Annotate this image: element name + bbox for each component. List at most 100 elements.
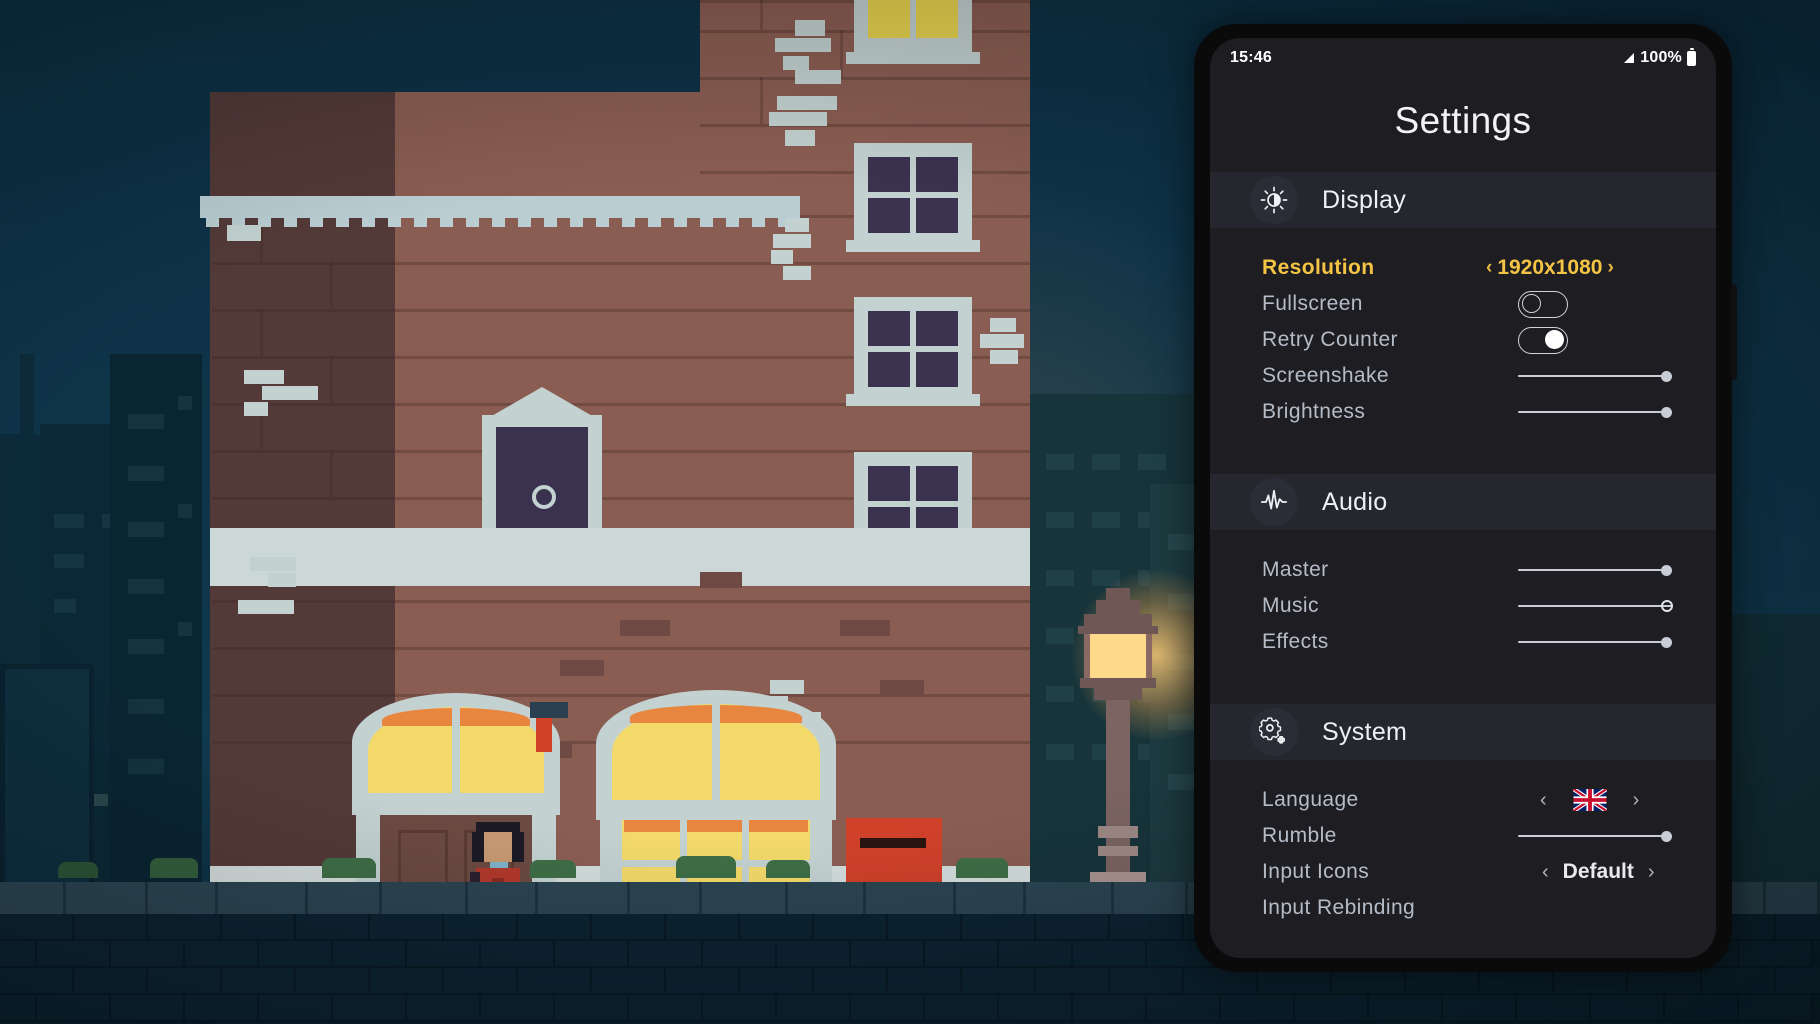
section-header-audio: Audio	[1210, 474, 1716, 530]
setting-label-retry-counter: Retry Counter	[1262, 328, 1398, 351]
wall-bracket	[530, 702, 568, 718]
chevron-right-icon[interactable]: ›	[1648, 861, 1655, 884]
setting-label-brightness: Brightness	[1262, 400, 1366, 423]
window-sill	[846, 52, 980, 64]
building-band	[210, 528, 1030, 586]
section-header-system: System	[1210, 704, 1716, 760]
window-pane-lit	[868, 0, 910, 38]
status-bar: 15:46 100%	[1210, 38, 1716, 78]
screenshot-root: 15:46 100% Settings Display Resolution ‹…	[0, 0, 1820, 1024]
setting-row-input-icons[interactable]: Input Icons ‹ Default ›	[1210, 854, 1716, 890]
window-pane	[916, 352, 958, 387]
effects-volume-slider[interactable]	[1518, 632, 1672, 652]
input-icons-value: Default	[1562, 860, 1634, 883]
background-tower	[110, 354, 202, 914]
character-hair-side	[472, 832, 484, 862]
status-time: 15:46	[1230, 49, 1272, 66]
shop-lintel	[596, 800, 836, 820]
lamp-pole-ring	[1098, 846, 1138, 856]
character-hair-side	[512, 832, 524, 862]
window-pane-lit	[916, 0, 958, 38]
setting-label-screenshake: Screenshake	[1262, 364, 1389, 387]
lamp-cap	[1096, 600, 1140, 614]
section-rows-display: Resolution ‹ 1920x1080 › Fullscreen Retr…	[1210, 236, 1716, 430]
window-pane	[868, 352, 910, 387]
setting-label-effects: Effects	[1262, 630, 1329, 653]
setting-label-input-rebinding: Input Rebinding	[1262, 896, 1416, 919]
retry-counter-toggle[interactable]	[1518, 326, 1568, 354]
chevron-left-icon[interactable]: ‹	[1542, 861, 1549, 884]
lamp-pole-ring	[1098, 826, 1138, 838]
chevron-left-icon[interactable]: ‹	[1540, 789, 1547, 812]
bush	[150, 858, 198, 878]
lamp-collar	[1094, 688, 1142, 700]
cornice-dentils	[200, 207, 800, 227]
chevron-right-icon[interactable]: ›	[1607, 257, 1613, 279]
section-label-audio: Audio	[1322, 487, 1388, 516]
setting-row-rumble[interactable]: Rumble	[1210, 818, 1716, 854]
setting-label-input-icons: Input Icons	[1262, 860, 1370, 883]
setting-row-screenshake[interactable]: Screenshake	[1210, 358, 1716, 394]
setting-row-fullscreen[interactable]: Fullscreen	[1210, 286, 1716, 322]
left-door-lintel	[352, 793, 560, 815]
character-hair	[476, 822, 520, 832]
setting-row-language[interactable]: Language ‹ ›	[1210, 782, 1716, 818]
section-rows-system: Language ‹ › Rumble Input Icons ‹ Defaul…	[1210, 768, 1716, 926]
page-title: Settings	[1394, 100, 1532, 141]
setting-row-resolution[interactable]: Resolution ‹ 1920x1080 ›	[1210, 250, 1716, 286]
section-header-display: Display	[1210, 172, 1716, 228]
setting-row-effects[interactable]: Effects	[1210, 624, 1716, 660]
gear-icon	[1250, 708, 1298, 756]
window-sill	[846, 240, 980, 252]
bush	[322, 858, 376, 878]
input-icons-stepper[interactable]: ‹ Default ›	[1542, 860, 1655, 884]
setting-label-rumble: Rumble	[1262, 824, 1337, 847]
window-pane	[916, 157, 958, 192]
lamp-base-flare	[1080, 678, 1156, 688]
resolution-stepper[interactable]: ‹ 1920x1080 ›	[1486, 256, 1614, 280]
phone-device: 15:46 100% Settings Display Resolution ‹…	[1194, 24, 1737, 972]
window-sill	[846, 394, 980, 406]
setting-label-language: Language	[1262, 788, 1359, 811]
shop-glass-top-strip	[624, 820, 808, 832]
brightness-slider[interactable]	[1518, 402, 1672, 422]
phone-side-button[interactable]	[1731, 284, 1737, 380]
window-pane	[916, 198, 958, 233]
setting-row-music[interactable]: Music	[1210, 588, 1716, 624]
status-indicators: 100%	[1621, 48, 1696, 67]
bush	[766, 860, 810, 878]
phone-screen: 15:46 100% Settings Display Resolution ‹…	[1210, 38, 1716, 958]
signal-icon	[1624, 53, 1635, 63]
window-pane	[868, 198, 910, 233]
section-rows-audio: Master Music Effects	[1210, 538, 1716, 660]
window-pane	[868, 311, 910, 346]
setting-row-input-rebinding[interactable]: Input Rebinding	[1210, 890, 1716, 926]
bush	[676, 856, 736, 878]
setting-row-brightness[interactable]: Brightness	[1210, 394, 1716, 430]
lamp-roof-edge	[1078, 626, 1158, 634]
character-face	[484, 832, 512, 862]
waveform-icon	[1250, 478, 1298, 526]
setting-row-master[interactable]: Master	[1210, 552, 1716, 588]
bush	[58, 862, 98, 878]
bush	[956, 858, 1008, 878]
door-lintel	[482, 415, 602, 427]
music-volume-slider[interactable]	[1518, 596, 1673, 616]
chevron-right-icon[interactable]: ›	[1633, 789, 1640, 812]
window-pane	[868, 157, 910, 192]
setting-row-retry-counter[interactable]: Retry Counter	[1210, 322, 1716, 358]
rumble-slider[interactable]	[1518, 826, 1672, 846]
language-stepper[interactable]: ‹ ›	[1540, 789, 1639, 812]
screenshake-slider[interactable]	[1518, 366, 1672, 386]
setting-label-master: Master	[1262, 558, 1329, 581]
uk-flag-icon	[1572, 789, 1607, 811]
lamp-roof	[1084, 614, 1152, 626]
battery-icon	[1687, 48, 1696, 66]
section-label-display: Display	[1322, 185, 1407, 214]
chevron-left-icon[interactable]: ‹	[1486, 257, 1492, 279]
door-pediment	[490, 387, 594, 417]
fullscreen-toggle[interactable]	[1518, 290, 1568, 318]
master-volume-slider[interactable]	[1518, 560, 1672, 580]
